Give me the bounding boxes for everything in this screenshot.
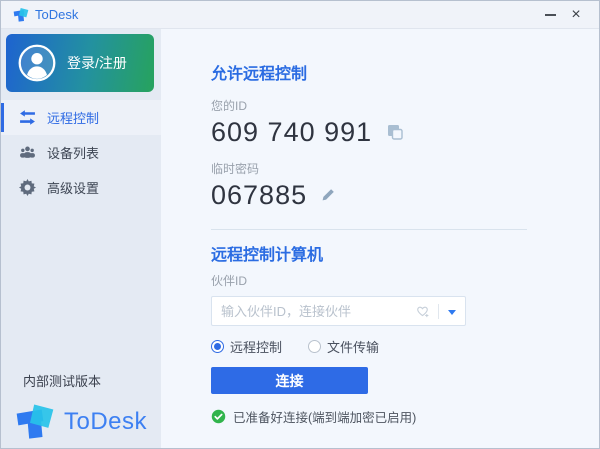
people-icon [19,144,36,161]
brand-footer: ToDesk [15,402,147,442]
avatar-icon [18,44,56,82]
todesk-logo-icon [13,7,29,23]
sidebar-item-remote-control[interactable]: 远程控制 [1,100,161,135]
connect-button[interactable]: 连接 [211,367,368,394]
radio-label: 文件传输 [327,340,380,355]
heart-plus-icon [417,306,429,317]
titlebar: ToDesk × [1,1,599,29]
sidebar-nav: 远程控制 设备列表 高级设置 [1,100,161,205]
login-card[interactable]: 登录/注册 [6,34,154,92]
minimize-icon [544,13,556,16]
sidebar-item-label: 高级设置 [47,181,100,196]
sidebar-item-label: 远程控制 [47,111,100,126]
partner-id-box [211,296,466,326]
version-label: 内部测试版本 [23,374,102,389]
section-divider [211,229,527,230]
pencil-icon [322,189,334,201]
input-divider [438,303,439,319]
gear-icon [19,179,36,196]
sidebar-item-label: 设备列表 [47,146,100,161]
window-title: ToDesk [35,7,79,22]
radio-label: 远程控制 [230,340,283,355]
main-panel: 允许远程控制 您的ID 609 740 991 临时密码 067885 远程控制… [161,29,599,448]
close-button[interactable]: × [563,4,589,26]
radio-file-transfer[interactable]: 文件传输 [308,337,379,356]
partner-id-label: 伙伴ID [211,274,248,288]
sidebar-item-advanced-settings[interactable]: 高级设置 [1,170,161,205]
radio-circle [308,340,322,353]
check-circle-icon [211,409,226,424]
todesk-logo-icon [15,402,55,442]
edit-password-button[interactable] [320,187,336,203]
remote-computer-title: 远程控制计算机 [211,247,324,264]
copy-icon [388,125,403,140]
minimize-button[interactable] [537,4,563,26]
swap-arrows-icon [19,109,36,126]
radio-circle [211,340,224,353]
your-id-label: 您的ID [211,99,248,113]
status-text: 已准备好连接(端到端加密已启用) [233,411,417,425]
connection-status: 已准备好连接(端到端加密已启用) [211,407,416,426]
temp-password-label: 临时密码 [211,162,260,176]
temp-password-value: 067885 [211,180,308,210]
brand-wordmark: ToDesk [64,408,148,435]
todesk-window: ToDesk × 登录/注册 远程控制 设备列表 高级设置 内部测试版本 ToD… [0,0,600,449]
login-register-label: 登录/注册 [67,55,127,71]
allow-remote-title: 允许远程控制 [211,66,308,83]
recent-connections-dropdown[interactable] [448,309,456,315]
connection-mode-group: 远程控制 文件传输 [211,337,379,356]
sidebar: 登录/注册 远程控制 设备列表 高级设置 内部测试版本 ToDesk [1,29,161,448]
radio-remote-control[interactable]: 远程控制 [211,337,282,356]
partner-id-input[interactable] [221,303,415,319]
favorite-button[interactable] [415,304,430,319]
sidebar-item-device-list[interactable]: 设备列表 [1,135,161,170]
device-id-value: 609 740 991 [211,117,373,147]
copy-id-button[interactable] [385,122,405,142]
close-icon: × [571,5,581,23]
